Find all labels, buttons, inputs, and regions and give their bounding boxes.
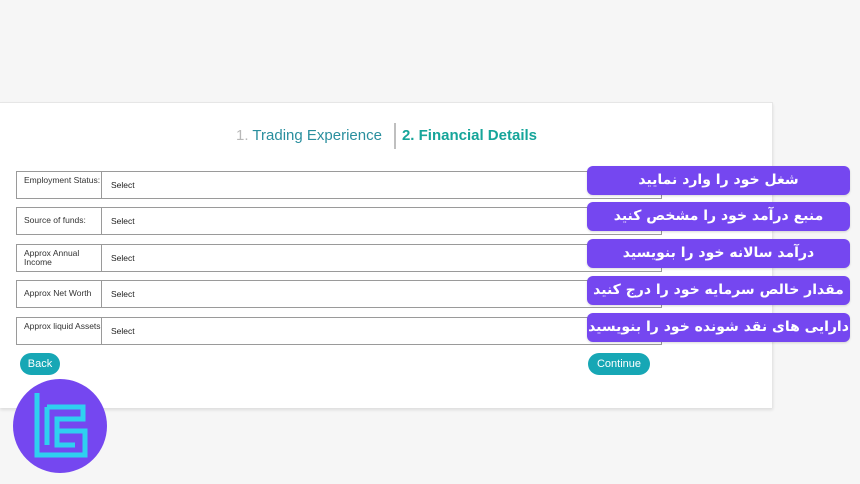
tradingfinder-logo-icon (13, 379, 107, 473)
note-source-of-funds: منبع درآمد خود را مشخص کنید (587, 202, 850, 231)
back-button[interactable]: Back (20, 353, 60, 375)
source-of-funds-select[interactable]: Select (102, 207, 662, 235)
source-of-funds-label: Source of funds: (16, 207, 102, 235)
note-annual-income: درآمد سالانه خود را بنویسید (587, 239, 850, 268)
annual-income-label: Approx Annual Income (16, 244, 102, 272)
logo-mark-icon (34, 393, 88, 458)
step-1-label: Trading Experience (252, 127, 382, 144)
step-1-number: 1. (236, 127, 249, 144)
annual-income-select[interactable]: Select (102, 244, 662, 272)
liquid-assets-label: Approx liquid Assets (16, 317, 102, 345)
net-worth-label: Approx Net Worth (16, 280, 102, 308)
note-employment: شغل خود را وارد نمایید (587, 166, 850, 195)
net-worth-select[interactable]: Select (102, 280, 662, 308)
step-trading-experience[interactable]: 1. Trading Experience (236, 123, 394, 149)
form-row-annual-income: Approx Annual Income Select (16, 244, 662, 272)
form-row-employment-status: Employment Status: Select (16, 171, 662, 199)
employment-status-select[interactable]: Select (102, 171, 662, 199)
step-financial-details[interactable]: 2. Financial Details (396, 123, 537, 149)
form-row-source-of-funds: Source of funds: Select (16, 207, 662, 235)
form-row-net-worth: Approx Net Worth Select (16, 280, 662, 308)
note-liquid-assets: دارایی های نقد شونده خود را بنویسید (587, 313, 850, 342)
note-net-worth: مقدار خالص سرمایه خود را درج کنید (587, 276, 850, 305)
employment-status-label: Employment Status: (16, 171, 102, 199)
continue-button[interactable]: Continue (588, 353, 650, 375)
liquid-assets-select[interactable]: Select (102, 317, 662, 345)
step-2-label: Financial Details (418, 127, 537, 144)
form-row-liquid-assets: Approx liquid Assets Select (16, 317, 662, 345)
step-2-number: 2. (401, 127, 415, 144)
step-indicator: 1. Trading Experience 2. Financial Detai… (0, 123, 773, 149)
